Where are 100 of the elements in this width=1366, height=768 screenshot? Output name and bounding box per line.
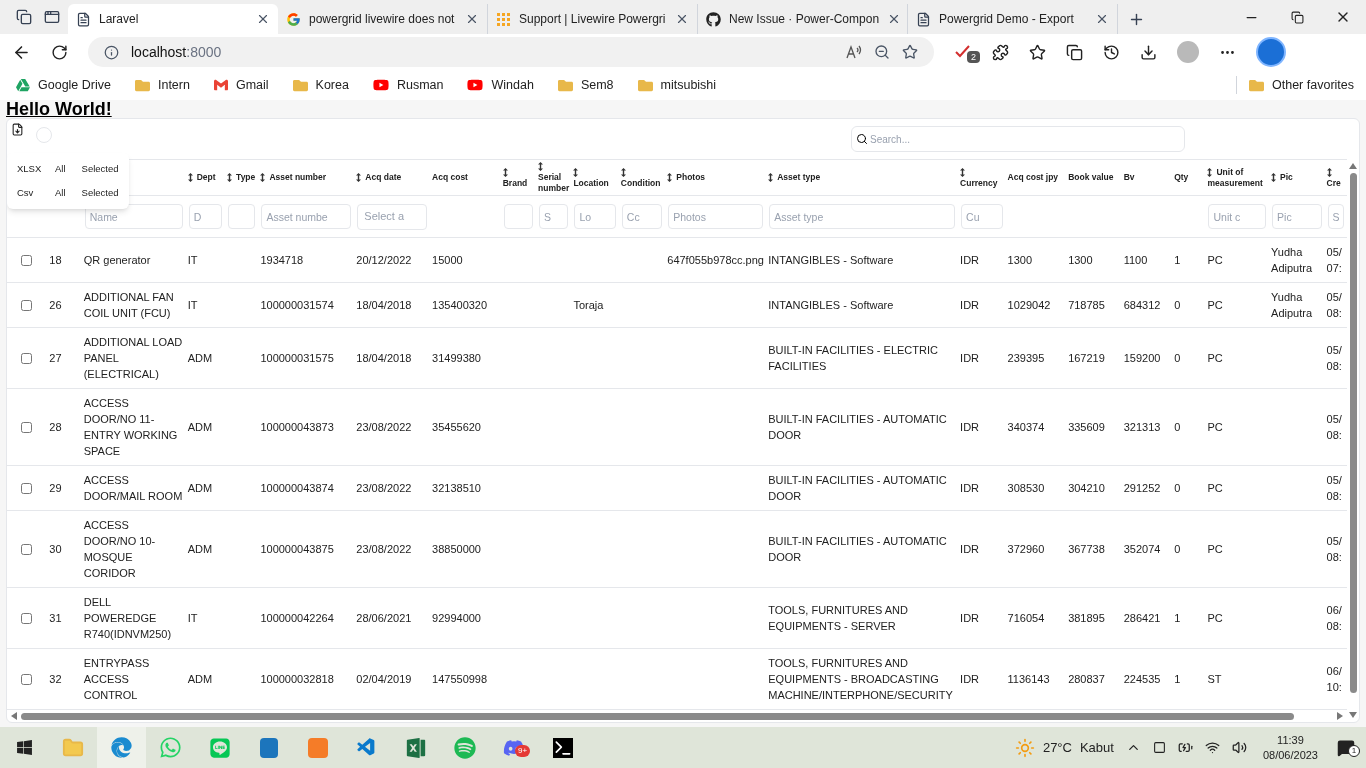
close-icon[interactable] <box>465 12 479 26</box>
filter-field[interactable]: Unit c <box>1208 204 1267 229</box>
extensions-icon[interactable] <box>992 43 1009 61</box>
column-header[interactable]: Serial number <box>538 161 570 194</box>
scroll-up-icon[interactable] <box>1349 163 1357 169</box>
sort-icon[interactable] <box>538 162 544 172</box>
sort-icon[interactable] <box>502 167 508 177</box>
workspaces-icon[interactable] <box>16 9 32 25</box>
bookmark[interactable]: mitsubishi <box>633 75 721 95</box>
filter-field[interactable]: Cu <box>961 204 1003 229</box>
reload-icon[interactable] <box>51 43 68 61</box>
app-icon[interactable] <box>259 737 278 758</box>
sort-icon[interactable] <box>260 173 266 183</box>
history-icon[interactable] <box>1103 43 1120 61</box>
bookmark[interactable]: Windah <box>463 75 538 95</box>
download-icon[interactable] <box>1140 43 1157 61</box>
column-header[interactable]: Brand <box>502 166 535 189</box>
column-header[interactable]: Condition <box>620 166 664 189</box>
favorites-icon[interactable] <box>1029 43 1046 61</box>
sort-icon[interactable] <box>960 167 966 177</box>
search-input[interactable]: Search... <box>870 131 1180 147</box>
collections-icon[interactable] <box>1066 43 1083 61</box>
export-option[interactable]: Selected <box>81 161 119 177</box>
row-checkbox[interactable] <box>20 674 32 686</box>
browser-icon[interactable] <box>111 737 132 758</box>
favorite-icon[interactable] <box>902 44 918 60</box>
column-header[interactable]: Photos <box>667 172 706 183</box>
column-header[interactable]: Asset number <box>260 172 327 183</box>
filter-field[interactable] <box>503 204 534 229</box>
address-bar[interactable]: localhost:8000 <box>88 37 934 67</box>
export-option[interactable]: Selected <box>81 185 119 201</box>
filter-field[interactable] <box>228 204 256 229</box>
info-icon[interactable] <box>104 44 119 60</box>
column-header[interactable]: Unit of measurement <box>1207 166 1268 189</box>
other-favorites[interactable]: Other favorites <box>1236 75 1354 95</box>
start-icon[interactable] <box>15 739 33 756</box>
filter-field[interactable]: S <box>539 204 569 229</box>
column-header[interactable]: Asset type <box>768 172 821 183</box>
filter-field[interactable]: D <box>188 204 223 229</box>
column-header[interactable]: Type <box>227 172 256 183</box>
sort-icon[interactable] <box>667 173 673 183</box>
row-checkbox[interactable] <box>20 483 32 495</box>
code-editor-icon[interactable] <box>356 737 377 758</box>
zoom-out-icon[interactable] <box>874 44 890 60</box>
close-icon[interactable] <box>675 12 689 26</box>
bookmark[interactable]: Gmail <box>209 75 273 95</box>
copilot-icon[interactable] <box>1256 37 1286 67</box>
sort-icon[interactable] <box>356 173 362 183</box>
scroll-down-icon[interactable] <box>1349 712 1357 718</box>
sort-icon[interactable] <box>227 173 233 183</box>
filter-field[interactable]: Photos <box>668 204 764 229</box>
close-icon[interactable] <box>1095 12 1109 26</box>
bookmark[interactable]: Rusman <box>368 75 448 95</box>
bookmark[interactable]: Intern <box>130 75 194 95</box>
wifi-icon[interactable] <box>1204 740 1220 755</box>
row-checkbox[interactable] <box>20 353 32 365</box>
sort-icon[interactable] <box>573 167 579 177</box>
row-checkbox[interactable] <box>20 422 32 434</box>
spreadsheet-icon[interactable] <box>404 736 427 759</box>
sort-icon[interactable] <box>620 167 626 177</box>
terminal-icon[interactable] <box>552 737 573 758</box>
row-checkbox[interactable] <box>20 613 32 625</box>
row-checkbox[interactable] <box>20 544 32 556</box>
read-aloud-icon[interactable] <box>846 45 862 59</box>
sort-icon[interactable] <box>187 173 193 183</box>
sort-icon[interactable] <box>1326 167 1332 177</box>
export-icon[interactable] <box>11 123 24 136</box>
column-header[interactable]: Currency <box>960 166 1004 189</box>
tab-actions-icon[interactable] <box>44 9 60 25</box>
bookmark[interactable]: Google Drive <box>12 75 115 95</box>
column-header[interactable]: Dept <box>187 172 216 183</box>
column-header[interactable]: Acq date <box>356 172 402 183</box>
export-option[interactable]: All <box>55 185 66 201</box>
browser-tab[interactable]: Laravel <box>68 4 278 34</box>
filter-field[interactable]: Asset numbe <box>261 204 352 229</box>
restore-icon[interactable] <box>1290 10 1304 24</box>
sort-icon[interactable] <box>1271 173 1277 183</box>
battery-icon[interactable] <box>1177 740 1193 755</box>
clock[interactable]: 11:39 08/06/2023 <box>1254 732 1326 763</box>
bookmark[interactable]: Korea <box>288 75 353 95</box>
filter-field[interactable]: Lo <box>574 204 616 229</box>
scroll-left-icon[interactable] <box>11 712 17 720</box>
close-icon[interactable] <box>256 12 270 26</box>
scroll-right-icon[interactable] <box>1337 712 1343 720</box>
column-header[interactable]: Location <box>573 166 617 189</box>
column-header[interactable]: Pic <box>1271 172 1293 183</box>
filter-field[interactable]: Name <box>84 204 183 229</box>
search-field[interactable]: Search... <box>851 126 1185 152</box>
sort-icon[interactable] <box>1207 167 1213 177</box>
filter-field[interactable]: Pic <box>1272 204 1322 229</box>
volume-icon[interactable] <box>1231 740 1247 755</box>
filter-field[interactable]: Cc <box>621 204 663 229</box>
filter-field[interactable]: S <box>1327 204 1344 229</box>
row-checkbox[interactable] <box>20 300 32 312</box>
bookmark[interactable]: Sem8 <box>553 75 618 95</box>
row-checkbox[interactable] <box>20 255 32 267</box>
filter-field[interactable]: Asset type <box>769 204 956 229</box>
column-header[interactable]: Cre <box>1326 166 1345 189</box>
export-option[interactable]: All <box>55 161 66 177</box>
sort-icon[interactable] <box>768 173 774 183</box>
